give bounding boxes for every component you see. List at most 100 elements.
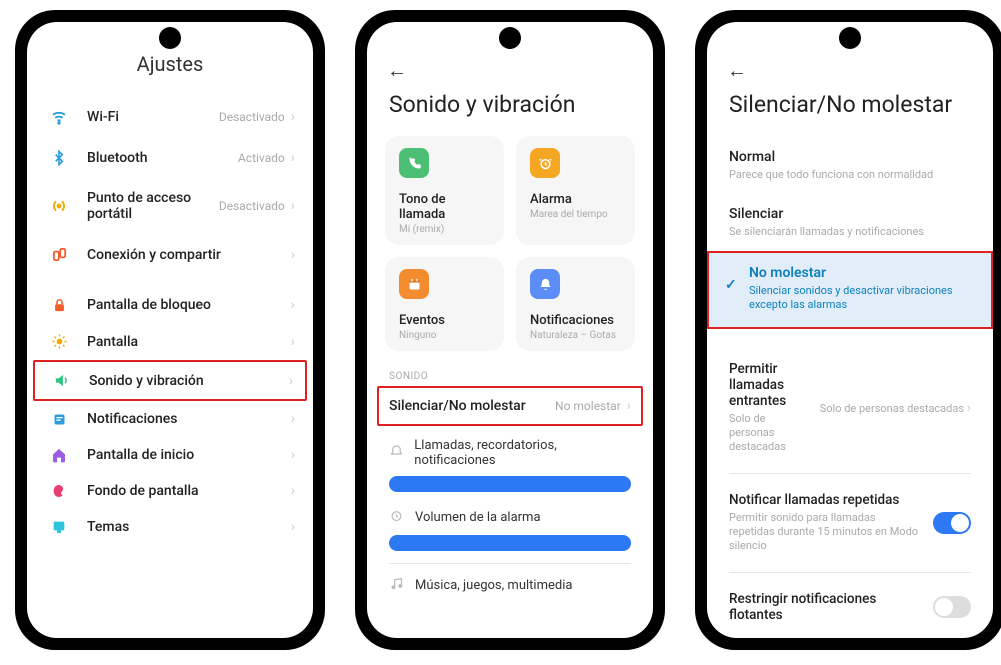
vol-alarm-label: Volumen de la alarma	[367, 504, 653, 531]
vol-label: Llamadas, recordatorios, notificaciones	[414, 438, 631, 468]
share-icon	[45, 246, 73, 263]
page-title: Ajustes	[27, 52, 313, 76]
row-lockscreen[interactable]: Pantalla de bloqueo ›	[27, 287, 313, 323]
slider-alarm[interactable]	[389, 535, 631, 551]
card-title: Alarma	[530, 192, 621, 207]
row-value: Activado	[238, 151, 285, 165]
row-wallpaper[interactable]: Fondo de pantalla ›	[27, 473, 313, 509]
chevron-right-icon: ›	[291, 334, 295, 350]
opt-title: Normal	[729, 149, 971, 165]
brightness-icon	[45, 333, 73, 350]
opt-title: No molestar	[749, 265, 969, 281]
highlight-silence: Silenciar/No molestar No molestar ›	[377, 386, 643, 426]
row-sound[interactable]: Sonido y vibración ›	[35, 362, 305, 399]
card-alarm[interactable]: Alarma Marea del tiempo	[516, 136, 635, 245]
opt-normal[interactable]: Normal Parece que todo funciona con norm…	[707, 137, 993, 194]
card-title: Tono de llamada	[399, 192, 490, 222]
chevron-right-icon: ›	[291, 447, 295, 463]
chevron-right-icon: ›	[291, 411, 295, 427]
opt-sub: Parece que todo funciona con normalidad	[729, 168, 971, 182]
row-label: Notificaciones	[87, 411, 291, 427]
vol-label: Música, juegos, multimedia	[415, 578, 572, 593]
opt-title: Silenciar	[729, 206, 971, 222]
opt-silence[interactable]: Silenciar Se silenciarán llamadas y noti…	[707, 194, 993, 251]
separator	[729, 572, 971, 573]
vol-label: Volumen de la alarma	[415, 510, 541, 525]
lock-icon	[45, 298, 73, 313]
opt-dnd[interactable]: ✓ No molestar Silenciar sonidos y desact…	[707, 251, 993, 329]
opt-sub: Se silenciarán llamadas y notificaciones	[729, 225, 971, 239]
check-icon: ✓	[725, 277, 737, 293]
ctrl-title: Restringir notificaciones flotantes	[729, 591, 923, 623]
camera-notch	[499, 27, 521, 49]
ctrl-title: Permitir llamadas entrantes	[729, 361, 810, 409]
row-bluetooth[interactable]: Bluetooth Activado ›	[27, 138, 313, 178]
music-icon	[389, 576, 405, 595]
card-ringtone[interactable]: Tono de llamada Mi (remix)	[385, 136, 504, 245]
ctrl-title: Notificar llamadas repetidas	[729, 492, 923, 508]
camera-notch	[839, 27, 861, 49]
bell-icon	[530, 269, 560, 299]
highlight-sound: Sonido y vibración ›	[33, 360, 307, 401]
vol-calls-label: Llamadas, recordatorios, notificaciones	[367, 434, 653, 472]
card-sub: Ninguno	[399, 330, 490, 341]
bluetooth-icon	[45, 150, 73, 166]
chevron-right-icon: ›	[627, 398, 631, 414]
row-notifications[interactable]: Notificaciones ›	[27, 401, 313, 437]
row-themes[interactable]: Temas ›	[27, 509, 313, 545]
chevron-right-icon: ›	[291, 483, 295, 499]
ctrl-value: Solo de personas destacadas ›	[820, 400, 971, 416]
toggle-restrict-floating[interactable]	[933, 596, 971, 618]
row-hotspot[interactable]: Punto de acceso portátil Desactivado ›	[27, 178, 313, 234]
card-notifications[interactable]: Notificaciones Naturaleza – Gotas	[516, 257, 635, 351]
row-label: Bluetooth	[87, 150, 238, 166]
screen-dnd: ← Silenciar/No molestar Normal Parece qu…	[707, 22, 993, 638]
chevron-right-icon: ›	[291, 109, 295, 125]
chevron-right-icon: ›	[291, 150, 295, 166]
alarm-icon	[530, 148, 560, 178]
vol-media-label: Música, juegos, multimedia	[367, 572, 653, 599]
row-silence-dnd[interactable]: Silenciar/No molestar No molestar ›	[379, 388, 641, 424]
row-label: Punto de acceso portátil	[87, 190, 219, 222]
row-share[interactable]: Conexión y compartir ›	[27, 234, 313, 275]
row-label: Temas	[87, 519, 291, 535]
screen-settings: Ajustes Wi-Fi Desactivado › Bluetooth Ac…	[27, 22, 313, 638]
chevron-right-icon: ›	[289, 373, 293, 389]
row-value: Desactivado	[219, 199, 285, 213]
phone-sound: ← Sonido y vibración Tono de llamada Mi …	[355, 10, 665, 650]
ctrl-sub: Solo de personas destacadas	[729, 412, 810, 455]
chevron-right-icon: ›	[291, 198, 295, 214]
separator	[729, 473, 971, 474]
row-display[interactable]: Pantalla ›	[27, 323, 313, 360]
row-repeat-calls[interactable]: Notificar llamadas repetidas Permitir so…	[707, 482, 993, 564]
row-wifi[interactable]: Wi-Fi Desactivado ›	[27, 96, 313, 138]
chevron-right-icon: ›	[967, 400, 971, 416]
phone-settings: Ajustes Wi-Fi Desactivado › Bluetooth Ac…	[15, 10, 325, 650]
row-home[interactable]: Pantalla de inicio ›	[27, 437, 313, 473]
row-restrict-floating[interactable]: Restringir notificaciones flotantes	[707, 581, 993, 633]
back-button[interactable]: ←	[707, 52, 993, 83]
sound-icon	[47, 372, 75, 389]
wifi-icon	[45, 108, 73, 126]
page-title: Silenciar/No molestar	[707, 83, 993, 137]
page-title: Sonido y vibración	[367, 83, 653, 136]
chevron-right-icon: ›	[291, 297, 295, 313]
bell-outline-icon	[389, 444, 404, 463]
toggle-repeat-calls[interactable]	[933, 512, 971, 534]
row-label: Pantalla de bloqueo	[87, 297, 291, 313]
chevron-right-icon: ›	[291, 519, 295, 535]
alarm-outline-icon	[389, 508, 405, 527]
row-value: No molestar	[555, 399, 621, 413]
card-events[interactable]: Eventos Ninguno	[385, 257, 504, 351]
opt-sub: Silenciar sonidos y desactivar vibracion…	[749, 284, 969, 313]
row-label: Pantalla de inicio	[87, 447, 291, 463]
separator	[389, 563, 631, 564]
back-button[interactable]: ←	[367, 52, 653, 83]
hotspot-icon	[45, 197, 73, 215]
themes-icon	[45, 519, 73, 535]
row-allow-incoming[interactable]: Permitir llamadas entrantes Solo de pers…	[707, 351, 993, 465]
slider-calls[interactable]	[389, 476, 631, 492]
card-sub: Marea del tiempo	[530, 209, 621, 220]
section-sound: SONIDO	[367, 365, 653, 386]
screen-sound: ← Sonido y vibración Tono de llamada Mi …	[367, 22, 653, 638]
